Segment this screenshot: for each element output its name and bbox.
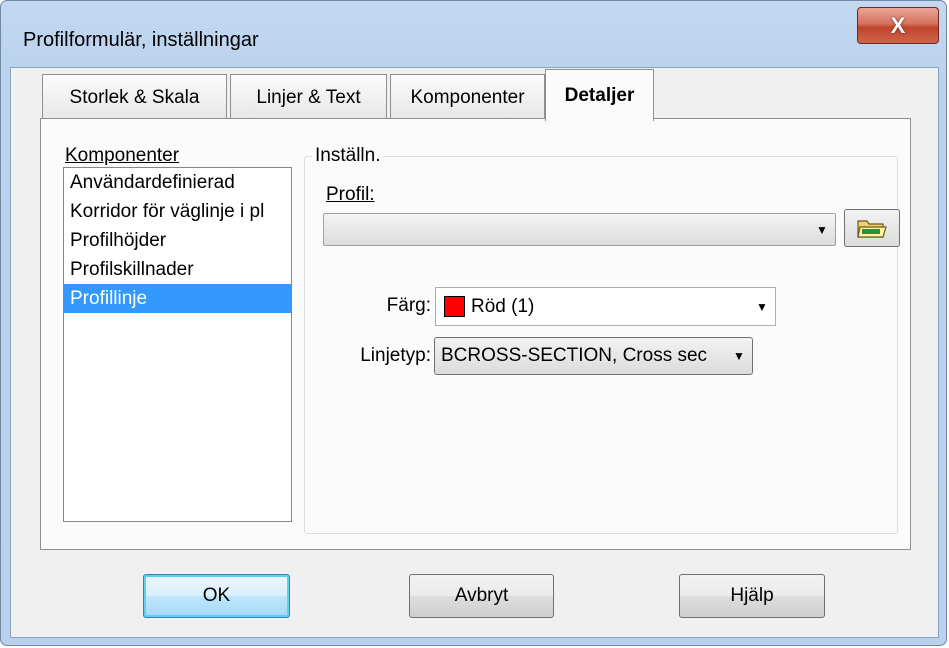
window-title: Profilformulär, inställningar — [23, 29, 259, 51]
browse-folder-button[interactable] — [844, 209, 900, 247]
list-item-selected[interactable]: Profillinje — [64, 284, 291, 313]
tab-komponenter[interactable]: Komponenter — [390, 74, 545, 120]
color-value: Röd (1) — [471, 295, 535, 317]
tab-panel-detaljer: Komponenter Användardefinierad Korridor … — [40, 118, 911, 550]
chevron-down-icon: ▼ — [816, 222, 828, 237]
list-item[interactable]: Användardefinierad — [64, 168, 291, 197]
tab-storlek-skala[interactable]: Storlek & Skala — [42, 74, 227, 120]
color-dropdown[interactable]: Röd (1) ▼ — [435, 287, 776, 326]
linetype-label: Linjetyp: — [360, 345, 431, 366]
folder-open-icon — [857, 220, 887, 238]
profile-label: Profil: — [326, 184, 375, 205]
list-item[interactable]: Profilhöjder — [64, 226, 291, 255]
title-bar[interactable]: Profilformulär, inställningar X — [1, 1, 946, 71]
settings-group-title: Inställn. — [312, 145, 384, 167]
components-listbox[interactable]: Användardefinierad Korridor för väglinje… — [63, 167, 292, 522]
dialog-window: Profilformulär, inställningar X Storlek … — [0, 0, 947, 646]
help-button[interactable]: Hjälp — [679, 574, 825, 618]
linetype-dropdown[interactable]: BCROSS-SECTION, Cross sec ▼ — [434, 337, 753, 375]
chevron-down-icon: ▼ — [733, 349, 745, 363]
chevron-down-icon: ▼ — [756, 299, 768, 314]
list-item[interactable]: Profilskillnader — [64, 255, 291, 284]
tab-label: Storlek & Skala — [69, 86, 200, 108]
dialog-client-area: Storlek & Skala Linjer & Text Komponente… — [10, 67, 939, 638]
ok-button[interactable]: OK — [143, 574, 290, 618]
close-button[interactable]: X — [857, 7, 939, 44]
tab-detaljer[interactable]: Detaljer — [545, 69, 654, 121]
color-label: Färg: — [386, 295, 431, 316]
color-swatch — [444, 296, 465, 317]
close-icon: X — [890, 12, 906, 38]
profile-dropdown[interactable]: ▼ — [323, 213, 836, 246]
list-item[interactable]: Korridor för väglinje i pl — [64, 197, 291, 226]
tab-label: Detaljer — [564, 84, 635, 106]
tab-linjer-text[interactable]: Linjer & Text — [230, 74, 387, 120]
components-label: Komponenter — [65, 145, 180, 166]
tab-label: Linjer & Text — [256, 86, 361, 108]
tab-label: Komponenter — [410, 86, 525, 108]
cancel-button[interactable]: Avbryt — [409, 574, 554, 618]
linetype-value: BCROSS-SECTION, Cross sec — [441, 345, 708, 366]
